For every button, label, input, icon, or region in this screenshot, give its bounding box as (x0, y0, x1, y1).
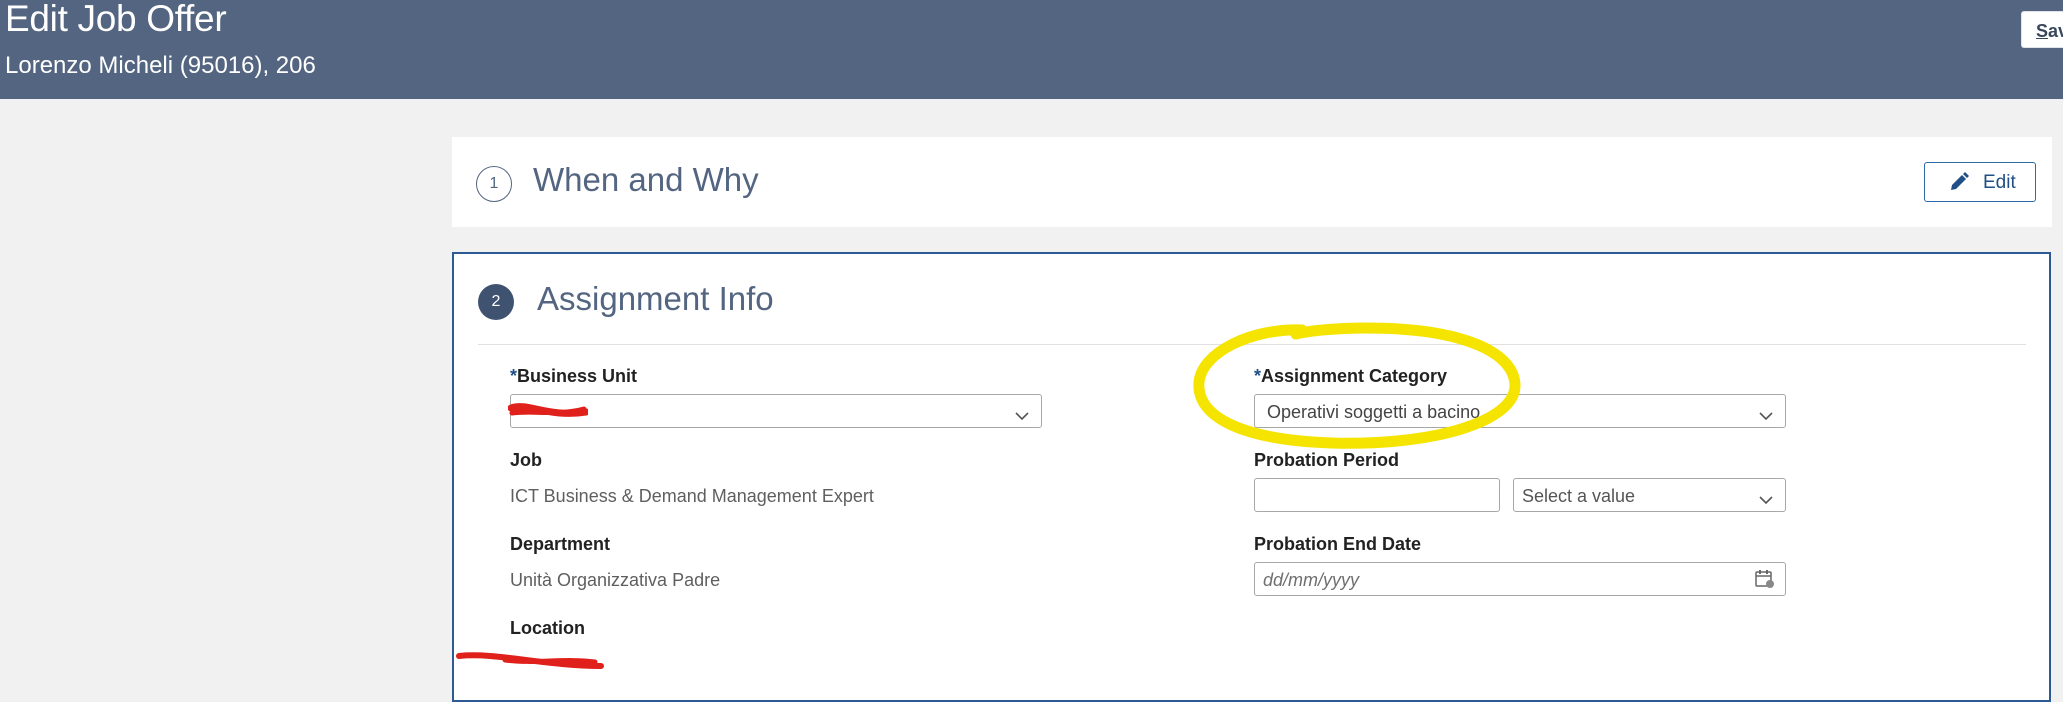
edit-button[interactable]: Edit (1924, 162, 2036, 202)
required-marker: * (510, 366, 518, 386)
department-value: Unità Organizzativa Padre (510, 570, 721, 590)
calendar-icon[interactable] (1755, 569, 1775, 594)
edit-button-label: Edit (1983, 172, 2016, 193)
business-unit-label: *Business Unit (510, 366, 638, 386)
job-value: ICT Business & Demand Management Expert (510, 486, 874, 506)
save-button[interactable]: Sav (2021, 11, 2063, 48)
page-header: Edit Job Offer Lorenzo Micheli (95016), … (0, 0, 2063, 99)
location-label: Location (510, 618, 585, 638)
section-title-when-and-why: When and Why (533, 161, 759, 198)
section-title-assignment-info: Assignment Info (537, 280, 774, 317)
probation-period-label: Probation Period (1254, 450, 1400, 470)
job-label: Job (510, 450, 543, 470)
step-number-1: 1 (476, 166, 512, 202)
probation-period-input[interactable] (1254, 478, 1500, 512)
probation-end-date-input[interactable]: dd/mm/yyyy (1254, 562, 1786, 596)
redaction-mark-location (456, 652, 604, 669)
page-title: Edit Job Offer (5, 0, 227, 39)
page-subtitle: Lorenzo Micheli (95016), 206 (5, 52, 316, 79)
pencil-icon (1949, 172, 1969, 198)
save-label-rest: av (2048, 21, 2063, 41)
redaction-mark-business-unit (508, 403, 588, 417)
section-assignment-info: 2 Assignment Info *Business Unit Job ICT… (452, 252, 2051, 702)
section-when-and-why: 1 When and Why Edit (452, 137, 2052, 227)
probation-period-unit-select[interactable]: Select a value (1513, 478, 1786, 512)
highlight-circle (1193, 322, 1521, 449)
step-number-2: 2 (478, 284, 514, 320)
chevron-down-icon (1759, 405, 1773, 426)
save-mnemonic: S (2036, 21, 2049, 41)
probation-end-date-label: Probation End Date (1254, 534, 1422, 554)
chevron-down-icon (1759, 489, 1773, 510)
business-unit-select[interactable] (510, 394, 1042, 428)
department-label: Department (510, 534, 611, 554)
chevron-down-icon (1015, 405, 1029, 426)
